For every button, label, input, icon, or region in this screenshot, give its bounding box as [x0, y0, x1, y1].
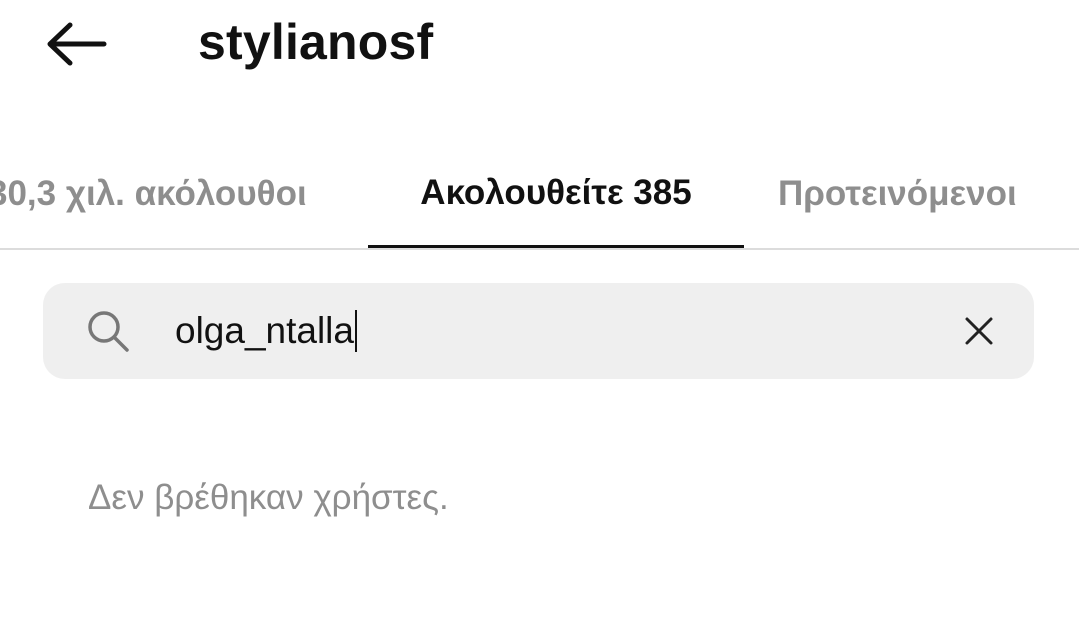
- clear-search-button[interactable]: [949, 301, 1009, 361]
- tab-suggested[interactable]: Προτεινόμενοι: [778, 140, 1017, 248]
- follow-tabs: 30,3 χιλ. ακόλουθοι Ακολουθείτε 385 Προτ…: [0, 140, 1079, 250]
- search-bar[interactable]: olga_ntalla: [43, 283, 1034, 379]
- search-input-value: olga_ntalla: [175, 310, 354, 351]
- arrow-left-icon: [47, 22, 107, 66]
- no-results-message: Δεν βρέθηκαν χρήστες.: [88, 478, 449, 517]
- tab-following[interactable]: Ακολουθείτε 385: [368, 140, 744, 248]
- top-bar: stylianosf: [0, 0, 1079, 90]
- search-input[interactable]: olga_ntalla: [175, 305, 357, 357]
- search-icon: [88, 311, 129, 352]
- profile-username-title: stylianosf: [198, 14, 434, 70]
- back-button[interactable]: [38, 14, 114, 74]
- close-icon: [965, 317, 993, 345]
- tab-followers[interactable]: 30,3 χιλ. ακόλουθοι: [0, 140, 307, 248]
- text-cursor: [354, 310, 357, 352]
